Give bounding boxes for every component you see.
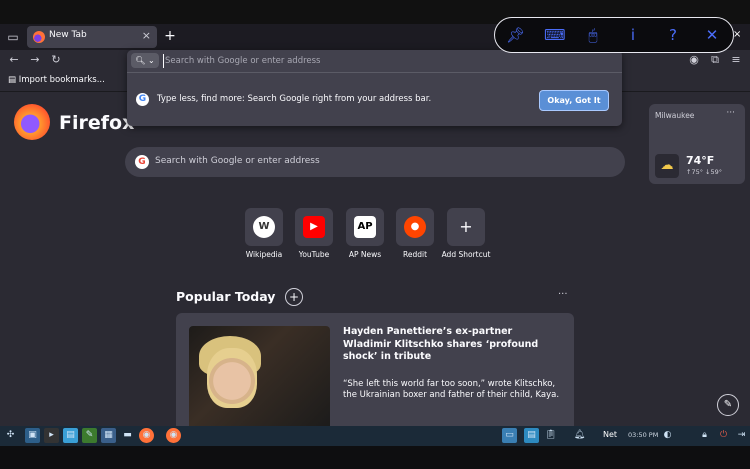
desktop-icon[interactable]: ▣ bbox=[25, 428, 40, 443]
new-tab-button[interactable]: + bbox=[162, 27, 178, 45]
logout-icon[interactable]: ⇥ bbox=[734, 428, 749, 443]
shortcut-label: Reddit bbox=[402, 250, 428, 259]
address-bar-dropdown: 🔍︎ ⌄ Search with Google or enter address… bbox=[127, 50, 622, 126]
search-engine-button[interactable]: 🔍︎ ⌄ bbox=[131, 53, 159, 68]
shortcut-tile: AP bbox=[346, 208, 384, 246]
terminal-icon[interactable]: ▸ bbox=[44, 428, 59, 443]
mouse-icon[interactable]: 🖱︎ bbox=[584, 26, 602, 44]
app-menu-icon[interactable]: ✣ bbox=[3, 428, 18, 443]
close-icon[interactable]: ✕ bbox=[703, 26, 721, 44]
toggle-icon[interactable]: ◐ bbox=[660, 428, 675, 443]
story-image-face bbox=[207, 348, 257, 408]
firefox-window-icon[interactable]: ◉ bbox=[166, 428, 181, 443]
address-bar: 🔍︎ ⌄ Search with Google or enter address bbox=[127, 50, 622, 73]
customize-pencil-icon[interactable]: ✎ bbox=[717, 394, 739, 416]
weather-temp: 74°F bbox=[686, 154, 715, 167]
youtube-icon: ▶ bbox=[303, 216, 325, 238]
shortcut-label: Wikipedia bbox=[245, 250, 283, 259]
shortcut-label: AP News bbox=[348, 250, 382, 259]
calculator-icon[interactable]: ▦ bbox=[101, 428, 116, 443]
forward-icon[interactable]: → bbox=[27, 52, 43, 68]
back-icon[interactable]: ← bbox=[6, 52, 22, 68]
weather-high-low: ↑75° ↓59° bbox=[686, 168, 723, 176]
keyboard-icon[interactable]: ⌨ bbox=[544, 26, 566, 44]
firefox-logo-icon bbox=[14, 104, 50, 140]
media-player-icon[interactable]: ▬ bbox=[120, 428, 135, 443]
search-tip-text: Type less, find more: Search Google righ… bbox=[157, 94, 432, 104]
firefox-wordmark: Firefox bbox=[59, 112, 135, 134]
popular-add-button[interactable]: + bbox=[285, 288, 303, 306]
power-icon[interactable]: ⏻ bbox=[716, 428, 731, 443]
shortcut-ap-news[interactable]: AP AP News bbox=[340, 208, 390, 260]
file-manager-icon[interactable]: ▤ bbox=[63, 428, 78, 443]
popular-menu-icon[interactable]: ··· bbox=[558, 289, 568, 300]
import-bookmarks-link[interactable]: ▤ Import bookmarks... bbox=[8, 75, 105, 85]
onscreen-keyboard-toolbar: 📌︎ ⌨ 🖱︎ i ? ✕ bbox=[494, 17, 734, 53]
tab-title: New Tab bbox=[49, 30, 87, 40]
firefox-launcher-icon[interactable]: ◉ bbox=[139, 428, 154, 443]
text-editor-icon[interactable]: ✎ bbox=[82, 428, 97, 443]
tab-new-tab[interactable]: New Tab × bbox=[27, 26, 157, 48]
address-input[interactable]: Search with Google or enter address bbox=[163, 54, 585, 68]
shortcut-label: Add Shortcut bbox=[441, 250, 491, 259]
okay-got-it-button[interactable]: Okay, Got It bbox=[539, 90, 609, 111]
menu-icon[interactable]: ≡ bbox=[728, 52, 744, 68]
network-status[interactable]: Net bbox=[603, 430, 617, 439]
import-bookmarks-label: Import bookmarks... bbox=[18, 75, 105, 85]
cloudy-sun-icon: ☁ bbox=[655, 154, 679, 178]
firefox-favicon-icon bbox=[33, 31, 45, 43]
help-icon[interactable]: ? bbox=[664, 26, 682, 44]
shortcut-label: YouTube bbox=[298, 250, 330, 259]
tab-close-icon[interactable]: × bbox=[142, 29, 151, 42]
ap-news-icon: AP bbox=[354, 216, 376, 238]
shortcut-tile: W bbox=[245, 208, 283, 246]
google-icon: G bbox=[136, 93, 149, 106]
window-switcher-icon[interactable]: ▤ bbox=[524, 428, 539, 443]
weather-city: Milwaukee bbox=[655, 111, 695, 120]
shortcut-wikipedia[interactable]: W Wikipedia bbox=[239, 208, 289, 260]
plus-icon: + bbox=[459, 217, 473, 236]
lock-icon[interactable]: 🔒︎ bbox=[697, 428, 712, 443]
account-icon[interactable]: ◉ bbox=[686, 52, 702, 68]
shortcut-tile: + bbox=[447, 208, 485, 246]
pin-icon[interactable]: 📌︎ bbox=[506, 26, 525, 44]
reload-icon[interactable]: ↻ bbox=[48, 52, 64, 68]
notification-bell-icon[interactable]: 🔔︎ bbox=[572, 428, 587, 443]
search-placeholder: Search with Google or enter address bbox=[155, 156, 320, 166]
shortcut-add[interactable]: + Add Shortcut bbox=[441, 208, 491, 260]
weather-menu-icon[interactable]: ··· bbox=[726, 108, 735, 118]
tab-list-icon[interactable]: ▭ bbox=[3, 27, 23, 47]
wikipedia-icon: W bbox=[253, 216, 275, 238]
extensions-icon[interactable]: ⧉ bbox=[707, 52, 723, 68]
popular-today-heading: Popular Today bbox=[176, 289, 276, 304]
google-icon: G bbox=[135, 155, 149, 169]
shortcut-youtube[interactable]: ▶ YouTube bbox=[289, 208, 339, 260]
window-close-icon[interactable]: × bbox=[733, 29, 741, 40]
bottom-black-bar bbox=[0, 446, 750, 469]
story-headline: Hayden Panettiere’s ex-partner Wladimir … bbox=[343, 326, 539, 362]
shortcut-tile: ● bbox=[396, 208, 434, 246]
workspace-icon[interactable]: ▭ bbox=[502, 428, 517, 443]
clipboard-icon[interactable]: 📋︎ bbox=[543, 428, 558, 443]
story-card[interactable]: Hayden Panettiere’s ex-partner Wladimir … bbox=[176, 313, 574, 426]
shortcut-tile: ▶ bbox=[295, 208, 333, 246]
clock[interactable]: 03:50 PM bbox=[628, 431, 658, 439]
reddit-icon: ● bbox=[404, 216, 426, 238]
newtab-search-input[interactable]: G Search with Google or enter address bbox=[125, 147, 625, 177]
shortcut-reddit[interactable]: ● Reddit bbox=[390, 208, 440, 260]
info-icon[interactable]: i bbox=[624, 26, 642, 44]
weather-widget[interactable]: Milwaukee ··· ☁ 74°F ↑75° ↓59° bbox=[649, 104, 745, 184]
story-excerpt: “She left this world far too soon,” wrot… bbox=[343, 379, 560, 400]
story-thumbnail bbox=[189, 326, 330, 426]
